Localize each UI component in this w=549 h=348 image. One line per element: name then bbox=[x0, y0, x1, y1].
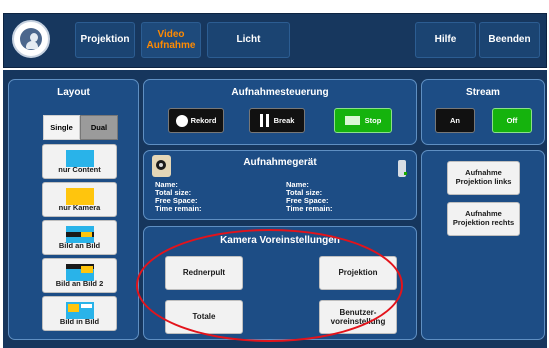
bild-an-bild-button[interactable]: Bild an Bild bbox=[42, 220, 117, 255]
layout-panel: Layout Single Dual nur Content nur Kamer… bbox=[8, 79, 139, 340]
break-label: Break bbox=[273, 116, 295, 125]
hilfe-button[interactable]: Hilfe bbox=[415, 22, 476, 58]
camera-presets-title: Kamera Voreinstellungen bbox=[220, 235, 340, 246]
aufnahme-projektion-rechts-button[interactable]: Aufnahme Projektion rechts bbox=[447, 202, 520, 236]
dual-layout-button[interactable]: Dual bbox=[80, 115, 118, 140]
bild-an-bild-icon bbox=[66, 226, 94, 243]
nur-kamera-label: nur Kamera bbox=[58, 203, 101, 213]
benutzer-preset-label: Benutzer- voreinstellung bbox=[330, 307, 386, 326]
stream-off-label: Off bbox=[506, 116, 518, 125]
device-right-labels: Name: Total size: Free Space: Time remai… bbox=[286, 181, 333, 213]
aufnahme-projektion-rechts-label: Aufnahme Projektion rechts bbox=[452, 209, 515, 227]
stream-off-button[interactable]: Off bbox=[492, 108, 532, 133]
recording-control-title: Aufnahmesteuerung bbox=[231, 87, 329, 98]
usb-stick-icon bbox=[398, 160, 407, 177]
aufnahme-projektion-links-button[interactable]: Aufnahme Projektion links bbox=[447, 161, 520, 195]
rednerpult-preset-label: Rednerpult bbox=[182, 268, 226, 278]
benutzer-preset-button[interactable]: Benutzer- voreinstellung bbox=[319, 300, 397, 334]
recording-control-panel: Aufnahmesteuerung Rekord Break Stop bbox=[143, 79, 417, 145]
beenden-button[interactable]: Beenden bbox=[479, 22, 540, 58]
licht-tab[interactable]: Licht bbox=[207, 22, 290, 58]
aufnahme-projektion-links-label: Aufnahme Projektion links bbox=[455, 168, 512, 186]
camera-presets-panel: Kamera Voreinstellungen Rednerpult Proje… bbox=[143, 226, 417, 340]
projektion-tab-label: Projektion bbox=[80, 34, 130, 46]
beenden-button-label: Beenden bbox=[488, 34, 531, 46]
seal-center-icon bbox=[20, 28, 42, 50]
content-layout-icon bbox=[66, 150, 94, 167]
stream-on-label: An bbox=[450, 116, 460, 125]
kamera-layout-icon bbox=[66, 188, 94, 205]
projektion-preset-label: Projektion bbox=[338, 268, 378, 278]
nur-content-label: nur Content bbox=[58, 165, 101, 175]
projection-recording-panel: Aufnahme Projektion links Aufnahme Proje… bbox=[421, 150, 545, 340]
stream-panel-title: Stream bbox=[466, 87, 500, 98]
bild-in-bild-button[interactable]: Bild in Bild bbox=[42, 296, 117, 331]
bild-an-bild-2-icon bbox=[66, 264, 94, 281]
bild-in-bild-icon bbox=[66, 302, 94, 319]
hard-disk-icon bbox=[152, 155, 171, 177]
nur-kamera-button[interactable]: nur Kamera bbox=[42, 182, 117, 217]
video-aufnahme-tab-label: Video Aufnahme bbox=[146, 28, 196, 52]
nur-content-button[interactable]: nur Content bbox=[42, 144, 117, 179]
recording-device-title: Aufnahmegerät bbox=[243, 157, 317, 168]
left-time-remain-label: Time remain: bbox=[155, 204, 202, 213]
pause-icon bbox=[259, 114, 269, 127]
recording-device-panel: Aufnahmegerät Name: Total size: Free Spa… bbox=[143, 150, 417, 220]
video-aufnahme-tab[interactable]: Video Aufnahme bbox=[141, 22, 201, 58]
stop-icon bbox=[344, 116, 360, 125]
projektion-preset-button[interactable]: Projektion bbox=[319, 256, 397, 290]
totale-preset-label: Totale bbox=[192, 312, 216, 322]
totale-preset-button[interactable]: Totale bbox=[165, 300, 243, 334]
stop-button[interactable]: Stop bbox=[334, 108, 392, 133]
stream-on-button[interactable]: An bbox=[435, 108, 475, 133]
rednerpult-preset-button[interactable]: Rednerpult bbox=[165, 256, 243, 290]
dual-layout-label: Dual bbox=[90, 123, 108, 132]
right-time-remain-label: Time remain: bbox=[286, 204, 333, 213]
projektion-tab[interactable]: Projektion bbox=[75, 22, 135, 58]
bild-an-bild-2-label: Bild an Bild 2 bbox=[55, 279, 104, 289]
seal-shoulders-icon bbox=[26, 41, 38, 49]
bild-an-bild-label: Bild an Bild bbox=[58, 241, 101, 251]
bild-in-bild-label: Bild in Bild bbox=[59, 317, 100, 327]
media-control-screen: Projektion Video Aufnahme Licht Hilfe Be… bbox=[0, 0, 549, 348]
bild-an-bild-2-button[interactable]: Bild an Bild 2 bbox=[42, 258, 117, 293]
record-icon bbox=[175, 114, 188, 127]
stream-panel: Stream An Off bbox=[421, 79, 545, 145]
layout-panel-title: Layout bbox=[57, 87, 90, 98]
stop-label: Stop bbox=[364, 116, 382, 125]
single-layout-button[interactable]: Single bbox=[43, 115, 80, 140]
break-button[interactable]: Break bbox=[249, 108, 305, 133]
device-left-labels: Name: Total size: Free Space: Time remai… bbox=[155, 181, 202, 213]
hilfe-button-label: Hilfe bbox=[434, 34, 457, 46]
record-button[interactable]: Rekord bbox=[168, 108, 224, 133]
university-seal-logo bbox=[12, 20, 50, 58]
licht-tab-label: Licht bbox=[236, 34, 261, 46]
record-label: Rekord bbox=[190, 116, 217, 125]
single-layout-label: Single bbox=[50, 123, 73, 132]
